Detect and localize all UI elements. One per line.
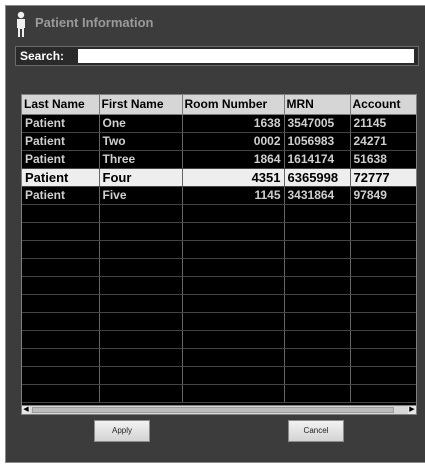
empty-row: [22, 204, 416, 223]
scroll-thumb[interactable]: [32, 407, 394, 413]
search-label: Search:: [20, 49, 65, 63]
horizontal-scrollbar[interactable]: ◀ ▶: [21, 405, 417, 415]
patient-info-window: Patient Information Search: Last Name Fi…: [5, 5, 425, 463]
empty-row: [22, 366, 416, 385]
cell-mrn: 3431864: [284, 186, 351, 205]
search-input[interactable]: [78, 49, 414, 63]
table-row[interactable]: Patient Two 0002 1056983 24271: [22, 132, 416, 151]
cell-last-name: Patient: [22, 114, 100, 133]
cancel-button[interactable]: Cancel: [288, 420, 344, 442]
column-header-last-name[interactable]: Last Name: [22, 95, 100, 115]
search-bar: Search:: [15, 46, 419, 66]
cell-mrn: 3547005: [284, 114, 351, 133]
cell-last-name: Patient: [22, 186, 100, 205]
cell-room-number: 0002: [182, 132, 285, 151]
cell-last-name: Patient: [22, 150, 100, 169]
table-row[interactable]: Patient One 1638 3547005 21145: [22, 114, 416, 133]
cell-room-number: 1638: [182, 114, 285, 133]
arrow-left-icon[interactable]: ◀: [22, 406, 30, 414]
cell-account: 97849: [350, 186, 416, 205]
column-header-first-name[interactable]: First Name: [99, 95, 183, 115]
cell-account: 72777: [350, 168, 416, 187]
empty-row: [22, 276, 416, 295]
cell-mrn: 1614174: [284, 150, 351, 169]
empty-row: [22, 222, 416, 241]
cell-room-number: 4351: [182, 168, 285, 187]
window-title: Patient Information: [35, 15, 154, 30]
cell-first-name: Five: [99, 186, 183, 205]
column-header-account[interactable]: Account: [350, 95, 416, 115]
cell-mrn: 6365998: [284, 168, 351, 187]
arrow-right-icon[interactable]: ▶: [408, 406, 416, 414]
table-row[interactable]: Patient Five 1145 3431864 97849: [22, 186, 416, 205]
cell-account: 51638: [350, 150, 416, 169]
cell-mrn: 1056983: [284, 132, 351, 151]
empty-row: [22, 312, 416, 331]
patient-grid[interactable]: Last Name First Name Room Number MRN Acc…: [21, 94, 417, 406]
cell-account: 24271: [350, 132, 416, 151]
cell-room-number: 1145: [182, 186, 285, 205]
cell-first-name: Two: [99, 132, 183, 151]
empty-row: [22, 348, 416, 367]
cell-last-name: Patient: [22, 168, 100, 187]
header-row: Last Name First Name Room Number MRN Acc…: [22, 95, 416, 115]
table-row-selected[interactable]: Patient Four 4351 6365998 72777: [22, 168, 416, 187]
column-header-room-number[interactable]: Room Number: [182, 95, 285, 115]
cell-first-name: Four: [99, 168, 183, 187]
title-bar: Patient Information: [6, 6, 425, 40]
apply-button[interactable]: Apply: [94, 420, 150, 442]
empty-row: [22, 330, 416, 349]
cell-room-number: 1864: [182, 150, 285, 169]
cell-first-name: One: [99, 114, 183, 133]
patient-table: Last Name First Name Room Number MRN Acc…: [22, 95, 416, 403]
cell-first-name: Three: [99, 150, 183, 169]
empty-row: [22, 258, 416, 277]
empty-row: [22, 384, 416, 403]
cell-last-name: Patient: [22, 132, 100, 151]
table-row[interactable]: Patient Three 1864 1614174 51638: [22, 150, 416, 169]
empty-row: [22, 240, 416, 259]
cell-account: 21145: [350, 114, 416, 133]
empty-row: [22, 294, 416, 313]
person-icon: [17, 11, 25, 37]
column-header-mrn[interactable]: MRN: [284, 95, 351, 115]
